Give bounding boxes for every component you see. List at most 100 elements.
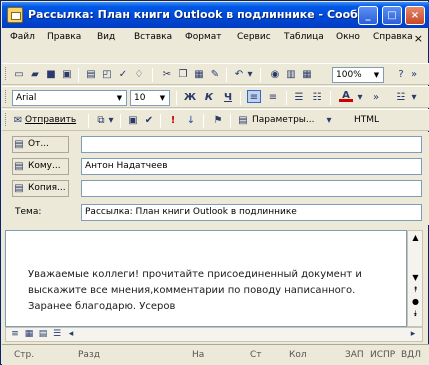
align-center-icon[interactable]: ≡ — [266, 91, 280, 104]
vertical-scrollbar[interactable]: ▲ ▼ ⯭ ● ⯯ — [407, 230, 423, 327]
menu-item-window[interactable]: Окно — [336, 32, 360, 42]
status-page: Стр. — [14, 350, 35, 360]
menu-item-view[interactable]: Вид — [97, 32, 115, 42]
menu-item-table[interactable]: Таблица — [284, 32, 324, 42]
chevron-down-icon[interactable]: ▾ — [107, 114, 115, 127]
toolbar-separator — [88, 114, 89, 128]
menu-close-icon[interactable]: × — [414, 32, 423, 45]
undo-icon[interactable]: ↶ — [232, 68, 246, 81]
flag-icon[interactable]: ⚑ — [211, 114, 225, 127]
zoom-select[interactable]: 100% ▼ — [332, 67, 384, 83]
chevron-down-icon[interactable]: ▾ — [410, 91, 418, 104]
minimize-button[interactable]: _ — [358, 6, 378, 25]
tables-borders-icon[interactable]: ▥ — [284, 68, 298, 81]
close-button[interactable]: × — [405, 6, 425, 25]
scroll-right-icon[interactable]: ▸ — [406, 328, 420, 341]
print-icon[interactable]: ▤ — [84, 68, 98, 81]
align-left-icon[interactable]: ≡ — [247, 90, 261, 103]
styles-icon[interactable]: ☳ — [394, 91, 408, 104]
address-book-icon[interactable]: ▣ — [126, 114, 140, 127]
to-field[interactable]: Антон Надатчеев — [81, 158, 422, 175]
scroll-left-icon[interactable]: ◂ — [64, 328, 78, 341]
toolbar-grip[interactable] — [5, 67, 8, 80]
options-icon[interactable]: ▤ — [236, 114, 250, 127]
font-size-select[interactable]: 10 ▼ — [130, 90, 170, 106]
numbering-icon[interactable]: ☰ — [292, 91, 306, 104]
scroll-up-icon[interactable]: ▲ — [410, 233, 421, 242]
title-bar[interactable]: Рассылка: План книги Outlook в подлинник… — [2, 2, 429, 28]
toolbar-options-icon[interactable]: » — [372, 91, 380, 104]
body-line: выскажите все мнения,комментарии по пово… — [28, 285, 356, 296]
message-format-select[interactable]: HTML — [354, 115, 379, 125]
menu-item-tools[interactable]: Сервис — [237, 32, 271, 42]
toolbar-grip[interactable] — [5, 90, 8, 103]
print-preview-icon[interactable]: ◰ — [100, 68, 114, 81]
save-icon[interactable]: ■ — [44, 68, 58, 81]
toolbar-grip[interactable] — [5, 113, 8, 126]
research-icon[interactable]: ♢ — [132, 68, 146, 81]
help-icon[interactable]: ? — [394, 68, 408, 81]
new-icon[interactable]: ▭ — [12, 68, 26, 81]
select-browse-object-icon[interactable]: ● — [410, 297, 421, 306]
importance-high-button[interactable]: ! — [166, 114, 180, 127]
cut-icon[interactable]: ✂ — [160, 68, 174, 81]
chevron-down-icon[interactable]: ▼ — [114, 92, 125, 104]
menu-item-file[interactable]: Файл — [10, 32, 35, 42]
address-card-icon: ▤ — [14, 139, 24, 150]
bullets-icon[interactable]: ☷ — [310, 91, 324, 104]
spelling-icon[interactable]: ✓ — [116, 68, 130, 81]
message-app-icon[interactable] — [7, 7, 23, 23]
status-rec[interactable]: ЗАП — [345, 350, 364, 360]
toolbar-separator — [230, 114, 231, 128]
normal-view-icon[interactable]: ≡ — [8, 328, 22, 341]
send-icon[interactable]: ✉ — [11, 114, 25, 127]
previous-page-icon[interactable]: ⯭ — [410, 285, 421, 295]
send-button[interactable]: Отправить — [25, 115, 76, 125]
horizontal-scrollbar[interactable]: ≡ ▦ ▤ ☰ ◂ ▸ — [5, 327, 423, 342]
print-layout-icon[interactable]: ▤ — [36, 328, 50, 341]
menu-item-format[interactable]: Формат — [185, 32, 222, 42]
hyperlink-icon[interactable]: ◉ — [268, 68, 282, 81]
options-button[interactable]: Параметры... — [252, 115, 314, 125]
status-trk[interactable]: ИСПР — [370, 350, 395, 360]
toolbar-separator — [330, 91, 331, 105]
next-page-icon[interactable]: ⯯ — [410, 309, 421, 319]
status-ext[interactable]: ВДЛ — [401, 350, 421, 360]
subject-field[interactable]: Рассылка: План книги Outlook в подлинник… — [81, 204, 422, 221]
copy-icon[interactable]: ❐ — [176, 68, 190, 81]
check-names-icon[interactable]: ✔ — [142, 114, 156, 127]
body-line: Уважаемые коллеги! прочитайте присоедине… — [28, 269, 362, 280]
outline-view-icon[interactable]: ☰ — [50, 328, 64, 341]
permission-icon[interactable]: ▣ — [60, 68, 74, 81]
to-label: Кому... — [28, 161, 61, 171]
chevron-down-icon[interactable]: ▾ — [325, 114, 333, 127]
maximize-button[interactable]: □ — [382, 6, 402, 25]
insert-table-icon[interactable]: ▦ — [300, 68, 314, 81]
undo-dropdown-icon[interactable]: ▾ — [246, 68, 254, 81]
open-icon[interactable]: ▰ — [28, 68, 42, 81]
attach-icon[interactable]: ⧉ — [94, 114, 108, 127]
bold-button[interactable]: Ж — [183, 91, 197, 104]
toolbar-options-icon[interactable]: » — [410, 68, 418, 81]
address-header: ▤ От... ▤ Кому... Антон Надатчеев ▤ Копи… — [2, 132, 429, 225]
chevron-down-icon[interactable]: ▼ — [371, 69, 382, 81]
format-painter-icon[interactable]: ✎ — [208, 68, 222, 81]
menu-item-edit[interactable]: Правка — [47, 32, 81, 42]
menu-item-help[interactable]: Справка — [373, 32, 413, 42]
importance-low-button[interactable]: ↓ — [184, 114, 198, 127]
web-layout-icon[interactable]: ▦ — [22, 328, 36, 341]
paste-icon[interactable]: ▦ — [192, 68, 206, 81]
message-body[interactable]: Уважаемые коллеги! прочитайте присоедине… — [5, 230, 407, 327]
scroll-down-icon[interactable]: ▼ — [410, 273, 421, 282]
font-size-value: 10 — [134, 93, 146, 103]
font-name-select[interactable]: Arial ▼ — [12, 90, 127, 106]
address-card-icon: ▤ — [14, 161, 24, 172]
chevron-down-icon[interactable]: ▾ — [356, 91, 364, 104]
menu-item-insert[interactable]: Вставка — [134, 32, 172, 42]
cc-field[interactable] — [81, 180, 422, 197]
font-color-icon[interactable]: А — [339, 89, 353, 102]
italic-button[interactable]: К — [202, 91, 216, 104]
chevron-down-icon[interactable]: ▼ — [157, 92, 168, 104]
underline-button[interactable]: Ч — [221, 91, 235, 104]
from-field[interactable] — [81, 136, 422, 153]
